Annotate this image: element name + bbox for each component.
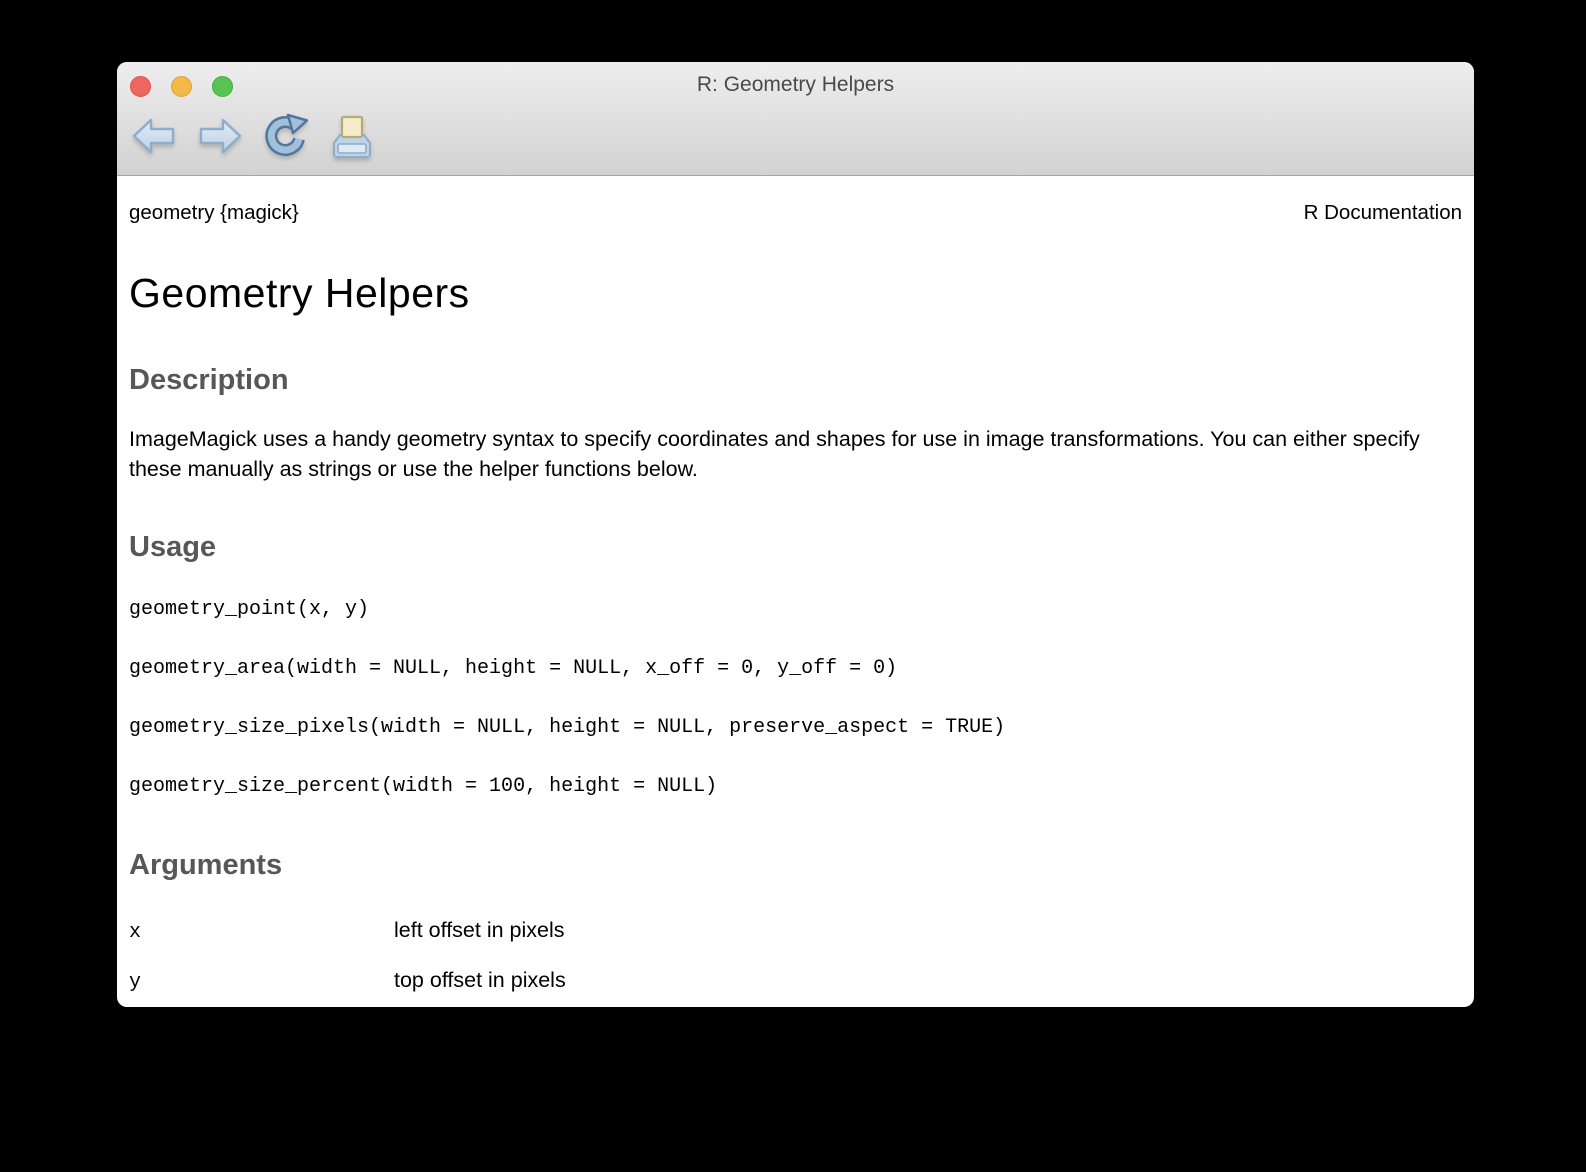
page-title: Geometry Helpers <box>129 270 470 316</box>
titlebar[interactable]: R: Geometry Helpers <box>117 62 1474 176</box>
desktop: { "window": { "title": "R: Geometry Help… <box>0 0 1586 1172</box>
toolbar <box>131 109 375 163</box>
argument-name: x <box>129 920 142 944</box>
usage-heading: Usage <box>129 531 217 563</box>
argument-row: x left offset in pixels <box>129 918 1462 968</box>
argument-name: y <box>129 970 142 994</box>
doc-header: geometry {magick} R Documentation <box>129 201 1462 225</box>
arguments-table: x left offset in pixels y top offset in … <box>129 918 1462 1008</box>
back-button[interactable] <box>131 111 177 161</box>
description-heading: Description <box>129 364 289 396</box>
doc-label: R Documentation <box>1303 201 1462 224</box>
print-button[interactable] <box>329 111 375 161</box>
print-icon <box>330 113 374 159</box>
refresh-icon <box>264 113 308 159</box>
argument-description: top offset in pixels <box>394 967 566 992</box>
help-viewer-window: R: Geometry Helpers geometry {magick} R … <box>117 62 1474 1007</box>
usage-code: geometry_point(x, y) geometry_area(width… <box>129 598 1006 798</box>
package-ref: geometry {magick} <box>129 201 299 224</box>
description-text: ImageMagick uses a handy geometry syntax… <box>129 427 1420 481</box>
document-body: geometry {magick} R Documentation Geomet… <box>117 176 1474 1007</box>
window-title: R: Geometry Helpers <box>696 73 895 96</box>
forward-button[interactable] <box>197 111 243 161</box>
argument-row: y top offset in pixels <box>129 968 1462 1008</box>
refresh-button[interactable] <box>263 111 309 161</box>
argument-description: left offset in pixels <box>394 917 565 942</box>
back-icon <box>131 115 177 157</box>
forward-icon <box>197 115 243 157</box>
arguments-heading: Arguments <box>129 848 283 881</box>
